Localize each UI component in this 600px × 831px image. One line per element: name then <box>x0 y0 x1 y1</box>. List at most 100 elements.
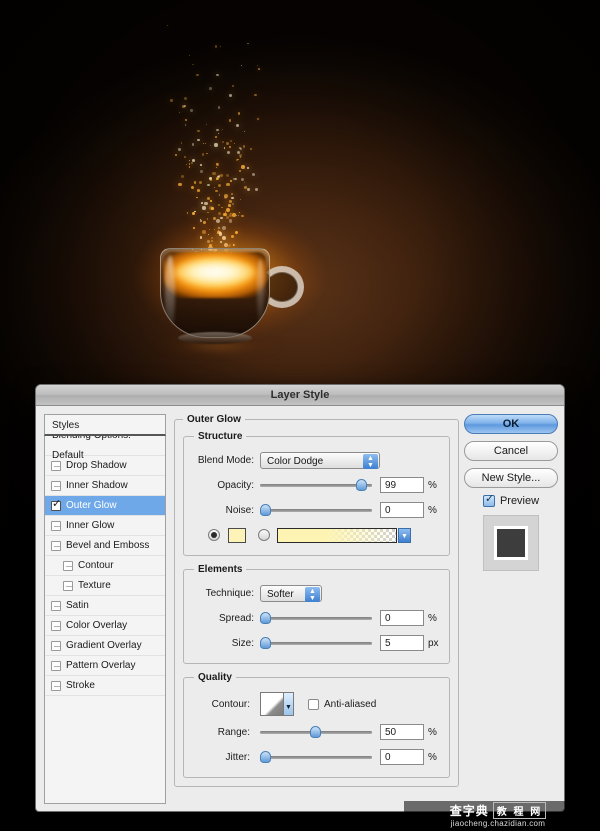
styles-item-stroke[interactable]: Stroke <box>45 676 165 696</box>
contour-label: Contour: <box>211 698 250 710</box>
styles-item-label: Texture <box>78 579 111 591</box>
slider-track <box>260 509 372 512</box>
styles-item-inner-shadow[interactable]: Inner Shadow <box>45 476 165 496</box>
watermark: 查字典 教 程 网 jiaocheng.chazidian.com <box>404 801 592 829</box>
anti-aliased-label: Anti-aliased <box>324 698 377 710</box>
jitter-unit: % <box>428 751 437 763</box>
slider-thumb[interactable] <box>260 612 271 624</box>
preview-thumbnail <box>483 515 539 571</box>
noise-row: Noise: 0 % <box>194 500 439 520</box>
preview-checkbox[interactable] <box>482 492 495 507</box>
styles-item-checkbox[interactable] <box>51 520 61 531</box>
jitter-slider[interactable] <box>260 749 372 765</box>
jitter-input[interactable]: 0 <box>380 749 424 765</box>
opacity-input[interactable]: 99 <box>380 477 424 493</box>
chevron-down-icon[interactable]: ▼ <box>398 527 411 543</box>
solid-color-radio[interactable] <box>208 529 220 541</box>
slider-track <box>260 617 372 620</box>
slider-thumb[interactable] <box>310 726 321 738</box>
range-input[interactable]: 50 <box>380 724 424 740</box>
size-input[interactable]: 5 <box>380 635 424 651</box>
styles-item-texture[interactable]: Texture <box>45 576 165 596</box>
styles-item-checkbox[interactable] <box>51 620 61 631</box>
noise-input[interactable]: 0 <box>380 502 424 518</box>
range-unit: % <box>428 726 437 738</box>
styles-item-label: Pattern Overlay <box>66 659 136 671</box>
quality-group: Quality Contour: ▼ Anti-aliased Range: 5… <box>183 672 450 778</box>
preview-control[interactable]: Preview <box>464 492 558 507</box>
dialog-body: Styles Blending Options: Default Drop Sh… <box>36 406 564 811</box>
structure-group: Structure Blend Mode: Color Dodge ▲ ▼ Opa… <box>183 431 450 556</box>
styles-item-label: Contour <box>78 559 114 571</box>
technique-select[interactable]: Softer ▲ ▼ <box>260 584 322 602</box>
size-slider[interactable] <box>260 635 372 651</box>
spread-unit: % <box>428 612 437 624</box>
styles-item-checkbox[interactable] <box>51 498 61 511</box>
size-unit: px <box>428 637 439 649</box>
slider-thumb[interactable] <box>260 751 271 763</box>
spread-row: Spread: 0 % <box>194 608 439 628</box>
styles-item-label: Inner Shadow <box>66 479 128 491</box>
size-row: Size: 5 px <box>194 633 439 653</box>
glow-gradient-preview[interactable] <box>277 527 397 543</box>
styles-item-outer-glow[interactable]: Outer Glow <box>45 496 165 516</box>
styles-item-contour[interactable]: Contour <box>45 556 165 576</box>
styles-item-checkbox[interactable] <box>51 480 61 491</box>
styles-item-checkbox[interactable] <box>51 660 61 671</box>
noise-unit: % <box>428 504 437 516</box>
jitter-row: Jitter: 0 % <box>194 747 439 767</box>
new-style-button[interactable]: New Style... <box>464 468 558 488</box>
range-slider[interactable] <box>260 724 372 740</box>
styles-item-checkbox[interactable] <box>51 640 61 651</box>
styles-item-gradient-overlay[interactable]: Gradient Overlay <box>45 636 165 656</box>
styles-item-checkbox[interactable] <box>51 680 61 691</box>
styles-item-checkbox[interactable] <box>63 560 73 571</box>
outer-glow-group: Outer Glow Structure Blend Mode: Color D… <box>174 414 459 787</box>
spread-slider[interactable] <box>260 610 372 626</box>
anti-aliased-checkbox[interactable] <box>308 698 319 710</box>
blend-mode-select[interactable]: Color Dodge ▲ ▼ <box>260 451 380 469</box>
slider-thumb[interactable] <box>260 637 271 649</box>
blend-mode-label: Blend Mode: <box>197 454 254 466</box>
slider-thumb[interactable] <box>260 504 271 516</box>
preview-label: Preview <box>499 495 540 507</box>
styles-item-satin[interactable]: Satin <box>45 596 165 616</box>
styles-item-checkbox[interactable] <box>51 600 61 611</box>
slider-thumb[interactable] <box>356 479 367 491</box>
contour-preview[interactable]: ▼ <box>260 692 294 716</box>
size-label: Size: <box>231 637 254 649</box>
styles-item-label: Bevel and Emboss <box>66 539 150 551</box>
styles-item-bevel-and-emboss[interactable]: Bevel and Emboss <box>45 536 165 556</box>
styles-item-checkbox[interactable] <box>51 460 61 471</box>
dialog-buttons: OK Cancel New Style... Preview <box>464 414 558 571</box>
styles-item-pattern-overlay[interactable]: Pattern Overlay <box>45 656 165 676</box>
styles-item-blending-options[interactable]: Blending Options: Default <box>45 436 165 461</box>
ok-button[interactable]: OK <box>464 414 558 434</box>
gradient-radio[interactable] <box>258 529 270 541</box>
anti-aliased-control[interactable]: Anti-aliased <box>308 698 377 710</box>
opacity-unit: % <box>428 479 437 491</box>
layer-style-dialog: Layer Style Styles Blending Options: Def… <box>35 384 565 812</box>
contour-row: Contour: ▼ Anti-aliased <box>194 691 439 717</box>
cancel-button[interactable]: Cancel <box>464 441 558 461</box>
watermark-brand: 查字典 <box>449 804 489 818</box>
blend-mode-row: Blend Mode: Color Dodge ▲ ▼ <box>194 450 439 470</box>
styles-item-checkbox[interactable] <box>63 580 73 591</box>
noise-slider[interactable] <box>260 502 372 518</box>
chevron-down-icon: ▼ <box>283 693 293 715</box>
technique-value: Softer <box>267 588 294 600</box>
styles-item-color-overlay[interactable]: Color Overlay <box>45 616 165 636</box>
styles-list[interactable]: Blending Options: Default Drop Shadow Inn… <box>44 436 166 804</box>
glow-color-swatch[interactable] <box>228 527 246 543</box>
outer-glow-group-title: Outer Glow <box>187 414 241 425</box>
styles-item-label: Outer Glow <box>66 499 117 511</box>
spread-input[interactable]: 0 <box>380 610 424 626</box>
opacity-slider[interactable] <box>260 477 372 493</box>
styles-item-inner-glow[interactable]: Inner Glow <box>45 516 165 536</box>
styles-item-label: Stroke <box>66 679 95 691</box>
chevron-updown-icon: ▲ ▼ <box>305 586 320 602</box>
watermark-url: jiaocheng.chazidian.com <box>450 819 546 828</box>
spread-label: Spread: <box>218 612 254 624</box>
styles-item-checkbox[interactable] <box>51 540 61 551</box>
technique-row: Technique: Softer ▲ ▼ <box>194 583 439 603</box>
